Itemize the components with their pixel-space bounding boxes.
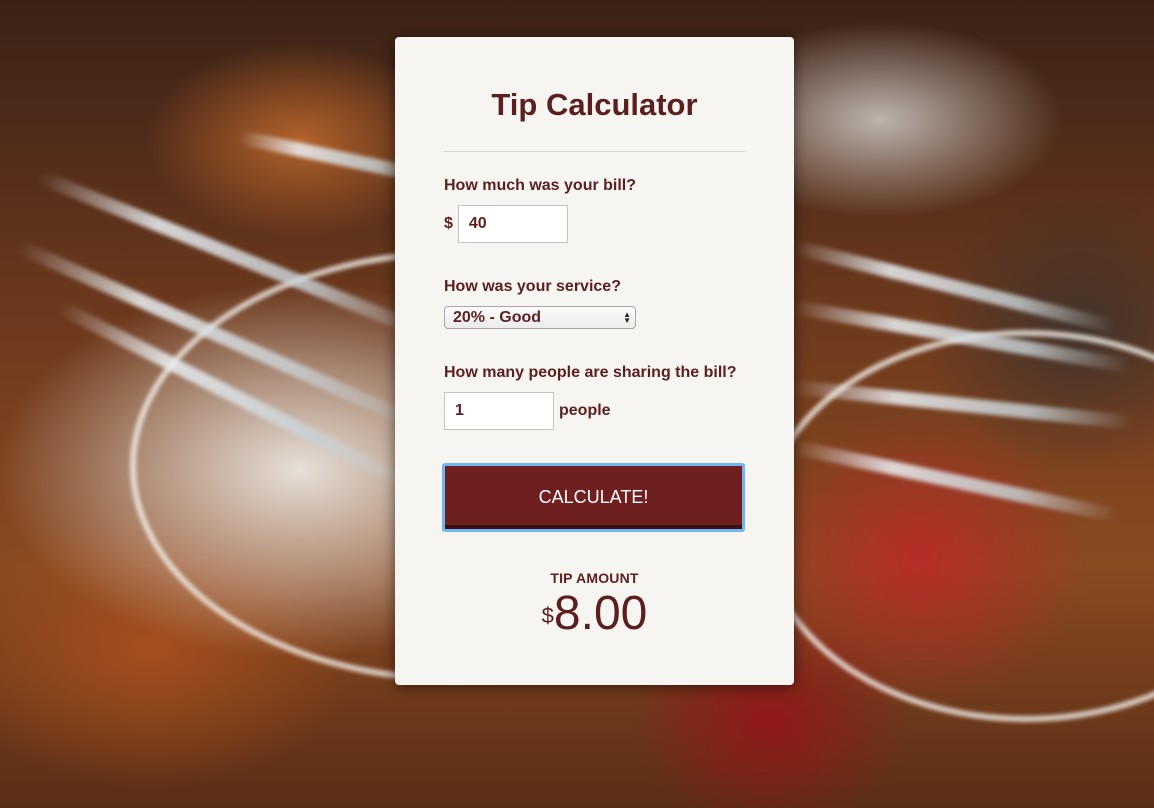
updown-chevron-icon: ▲ ▼: [623, 309, 631, 325]
people-question-label: How many people are sharing the bill?: [444, 364, 737, 381]
title-divider: [444, 151, 745, 152]
service-select[interactable]: 20% - Good ▲ ▼: [444, 306, 636, 329]
bill-input-row: $: [444, 205, 745, 243]
bill-amount-input[interactable]: [457, 205, 568, 243]
people-input-row: people: [444, 392, 745, 430]
tip-amount-label: TIP AMOUNT: [550, 570, 639, 586]
people-unit-label: people: [559, 402, 611, 419]
tip-amount-display: $8.00: [444, 590, 745, 649]
tip-currency-symbol: $: [541, 603, 554, 628]
service-selected-value: 20% - Good: [453, 308, 542, 326]
people-count-input[interactable]: [444, 392, 554, 430]
tip-result: TIP AMOUNT $8.00: [444, 570, 745, 649]
bill-currency-symbol: $: [444, 215, 453, 232]
service-question-label: How was your service?: [444, 278, 621, 295]
calculate-button[interactable]: CALCULATE!: [442, 463, 745, 532]
tip-calculator-card: Tip Calculator How much was your bill? $…: [395, 37, 794, 685]
tip-amount-value: 8.00: [553, 587, 648, 640]
bill-question-label: How much was your bill?: [444, 177, 637, 194]
page-title: Tip Calculator: [491, 87, 698, 122]
